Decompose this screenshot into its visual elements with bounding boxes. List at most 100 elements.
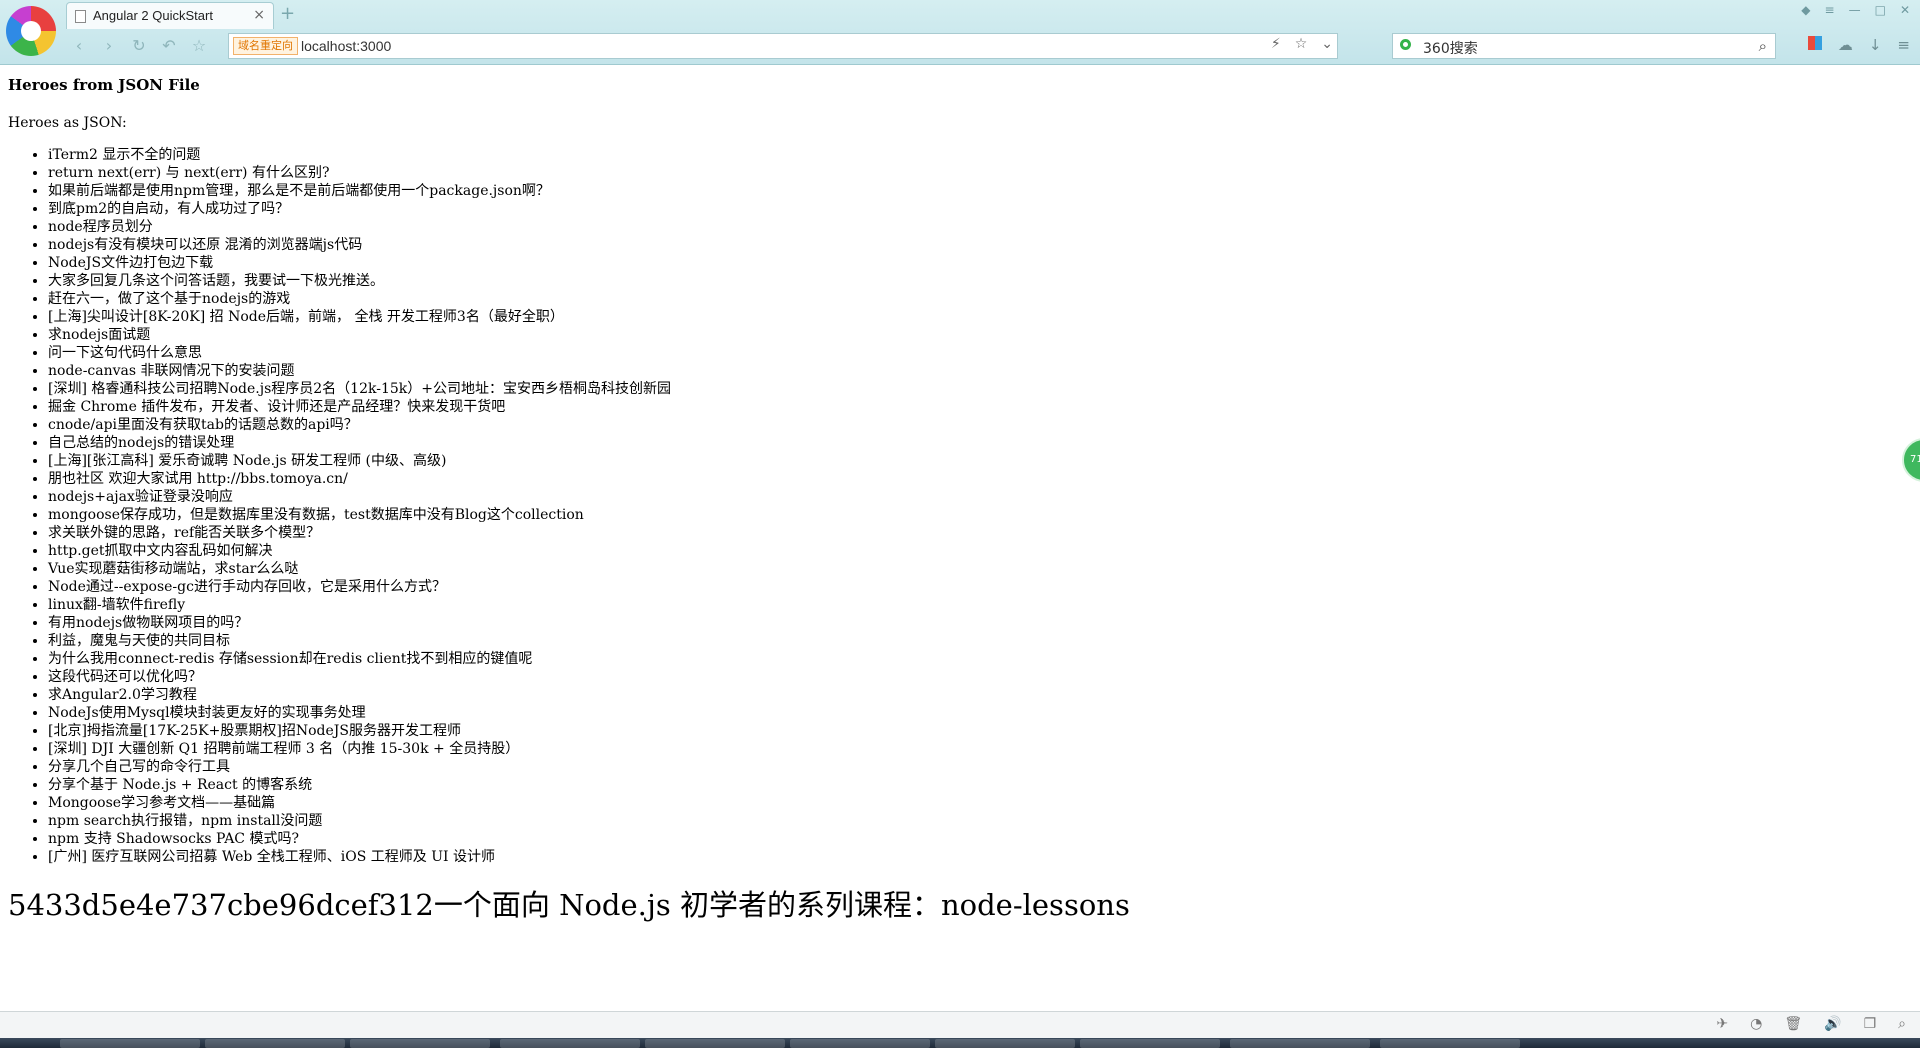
new-tab-button[interactable]: +	[280, 3, 295, 24]
search-input[interactable]: 360搜索	[1423, 38, 1478, 58]
hero-list-item: npm search执行报错，npm install没问题	[48, 812, 1888, 830]
url-input[interactable]: localhost:3000	[301, 38, 391, 54]
hero-list-item: [深圳] DJI 大疆创新 Q1 招聘前端工程师 3 名（内推 15-30k +…	[48, 740, 1888, 758]
taskbar-button[interactable]	[1080, 1039, 1220, 1048]
hero-list-item: return next(err) 与 next(err) 有什么区别?	[48, 164, 1888, 182]
favorites-button[interactable]: ☆	[190, 36, 208, 55]
hero-list-item: npm 支持 Shadowsocks PAC 模式吗?	[48, 830, 1888, 848]
trash-icon[interactable]: 🗑	[1784, 1016, 1802, 1032]
window-icon[interactable]: ❐	[1864, 1016, 1877, 1032]
page-content: Heroes from JSON File Heroes as JSON: iT…	[8, 64, 1888, 922]
hero-list-item: mongoose保存成功，但是数据库里没有数据，test数据库中没有Blog这个…	[48, 506, 1888, 524]
forward-button[interactable]: ›	[100, 36, 118, 55]
hero-list-item: 朋也社区 欢迎大家试用 http://bbs.tomoya.cn/	[48, 470, 1888, 488]
clock-icon[interactable]: ◔	[1750, 1016, 1762, 1032]
speedup-icon[interactable]: ✈	[1716, 1016, 1728, 1032]
hero-list-item: [广州] 医疗互联网公司招募 Web 全栈工程师、iOS 工程师及 UI 设计师	[48, 848, 1888, 866]
search-engine-logo-icon	[1400, 39, 1411, 50]
minimize-button[interactable]: —	[1849, 3, 1861, 17]
page-icon	[75, 10, 86, 23]
skin-icon[interactable]: ◆	[1801, 3, 1810, 17]
hero-list-item: iTerm2 显示不全的问题	[48, 146, 1888, 164]
lightning-icon[interactable]: ⚡	[1271, 36, 1281, 52]
hero-list-item: 掘金 Chrome 插件发布，开发者、设计师还是产品经理？快来发现干货吧	[48, 398, 1888, 416]
maximize-button[interactable]: □	[1875, 3, 1886, 17]
window-controls: ◆ ≡ — □ ✕	[1801, 3, 1910, 17]
search-box[interactable]: 360搜索 ⌕	[1392, 33, 1776, 59]
volume-icon[interactable]: 🔊	[1824, 1016, 1841, 1032]
hero-list-item: Mongoose学习参考文档——基础篇	[48, 794, 1888, 812]
hero-list-item: 分享个基于 Node.js + React 的博客系统	[48, 776, 1888, 794]
hero-list-item: nodejs+ajax验证登录没响应	[48, 488, 1888, 506]
status-icons: ✈ ◔ 🗑 🔊 ❐ ⌕	[1716, 1016, 1906, 1032]
taskbar-button[interactable]	[60, 1039, 200, 1048]
hero-detail-line: 5433d5e4e737cbe96dcef312一个面向 Node.js 初学者…	[8, 888, 1130, 922]
download-icon[interactable]: ↓	[1869, 36, 1882, 54]
hero-list-item: [深圳] 格睿通科技公司招聘Node.js程序员2名（12k-15k）+公司地址…	[48, 380, 1888, 398]
back-button[interactable]: ‹	[70, 36, 88, 55]
apps-icon[interactable]	[1807, 36, 1822, 50]
domain-redirect-badge[interactable]: 域名重定向	[233, 37, 298, 55]
hero-list-item: 为什么我用connect-redis 存储session却在redis clie…	[48, 650, 1888, 668]
menu-icon[interactable]: ≡	[1897, 36, 1910, 54]
hero-list-item: 赶在六一，做了这个基于nodejs的游戏	[48, 290, 1888, 308]
status-bar: ✈ ◔ 🗑 🔊 ❐ ⌕	[0, 1011, 1920, 1038]
hero-list-item: 到底pm2的自启动，有人成功过了吗？	[48, 200, 1888, 218]
address-dropdown-icon[interactable]: ⌄	[1321, 36, 1333, 52]
hero-list-item: [上海][张江高科] 爱乐奇诚聘 Node.js 研发工程师 (中级、高级)	[48, 452, 1888, 470]
json-label: Heroes as JSON:	[8, 115, 127, 131]
menu-icon[interactable]: ≡	[1825, 3, 1835, 17]
hero-list: iTerm2 显示不全的问题return next(err) 与 next(er…	[8, 146, 1888, 866]
close-window-button[interactable]: ✕	[1900, 3, 1910, 17]
taskbar-button[interactable]	[1230, 1039, 1370, 1048]
taskbar-button[interactable]	[1380, 1039, 1520, 1048]
hero-list-item: node-canvas 非联网情况下的安装问题	[48, 362, 1888, 380]
hero-list-item: NodeJS文件边打包边下载	[48, 254, 1888, 272]
hero-list-item: nodejs有没有模块可以还原 混淆的浏览器端js代码	[48, 236, 1888, 254]
hero-list-item: 求nodejs面试题	[48, 326, 1888, 344]
tab-title: Angular 2 QuickStart	[93, 8, 213, 23]
hero-list-item: NodeJs使用Mysql模块封装更友好的实现事务处理	[48, 704, 1888, 722]
tab-angular-quickstart[interactable]: Angular 2 QuickStart ×	[66, 2, 274, 29]
close-tab-icon[interactable]: ×	[253, 7, 265, 23]
address-bar[interactable]: 域名重定向 localhost:3000 ⚡ ☆ ⌄	[228, 33, 1338, 59]
zoom-icon[interactable]: ⌕	[1898, 1016, 1906, 1032]
hero-list-item: cnode/api里面没有获取tab的话题总数的api吗？	[48, 416, 1888, 434]
taskbar-button[interactable]	[350, 1039, 490, 1048]
bookmark-star-icon[interactable]: ☆	[1295, 36, 1308, 52]
browser-logo-icon[interactable]	[6, 6, 56, 56]
hero-list-item: node程序员划分	[48, 218, 1888, 236]
taskbar	[0, 1038, 1920, 1048]
hero-list-item: 求关联外键的思路，ref能否关联多个模型？	[48, 524, 1888, 542]
hero-list-item: 自己总结的nodejs的错误处理	[48, 434, 1888, 452]
taskbar-button[interactable]	[645, 1039, 785, 1048]
hero-list-item: 这段代码还可以优化吗？	[48, 668, 1888, 686]
hero-list-item: [上海]尖叫设计[8K-20K] 招 Node后端，前端， 全栈 开发工程师3名…	[48, 308, 1888, 326]
hero-list-item: Node通过--expose-gc进行手动内存回收，它是采用什么方式？	[48, 578, 1888, 596]
cloud-icon[interactable]: ☁	[1838, 36, 1853, 54]
address-bar-icons: ⚡ ☆ ⌄	[1271, 36, 1333, 52]
search-icon[interactable]: ⌕	[1759, 37, 1767, 55]
taskbar-button[interactable]	[205, 1039, 345, 1048]
page-title: Heroes from JSON File	[8, 76, 200, 94]
taskbar-button[interactable]	[500, 1039, 640, 1048]
hero-list-item: 利益，魔鬼与天使的共同目标	[48, 632, 1888, 650]
browser-chrome: Angular 2 QuickStart × + ◆ ≡ — □ ✕ ‹ › ↻…	[0, 0, 1920, 65]
nav-buttons: ‹ › ↻ ↶ ☆	[70, 36, 208, 55]
refresh-button[interactable]: ↻	[130, 36, 148, 55]
undo-close-button[interactable]: ↶	[160, 36, 178, 55]
hero-list-item: 分享几个自己写的命令行工具	[48, 758, 1888, 776]
hero-list-item: Vue实现蘑菇街移动端站，求star么么哒	[48, 560, 1888, 578]
taskbar-button[interactable]	[935, 1039, 1075, 1048]
hero-list-item: 问一下这句代码什么意思	[48, 344, 1888, 362]
hero-list-item: linux翻-墙软件firefly	[48, 596, 1888, 614]
floating-widget-icon[interactable]: 71	[1902, 438, 1920, 482]
hero-list-item: 如果前后端都是使用npm管理，那么是不是前后端都使用一个package.json…	[48, 182, 1888, 200]
taskbar-button[interactable]	[790, 1039, 930, 1048]
hero-list-item: [北京]拇指流量[17K-25K+股票期权]招NodeJS服务器开发工程师	[48, 722, 1888, 740]
toolbar-right: ☁ ↓ ≡	[1807, 36, 1910, 54]
hero-list-item: 大家多回复几条这个问答话题，我要试一下极光推送。	[48, 272, 1888, 290]
hero-list-item: 有用nodejs做物联网项目的吗？	[48, 614, 1888, 632]
hero-list-item: 求Angular2.0学习教程	[48, 686, 1888, 704]
hero-list-item: http.get抓取中文内容乱码如何解决	[48, 542, 1888, 560]
